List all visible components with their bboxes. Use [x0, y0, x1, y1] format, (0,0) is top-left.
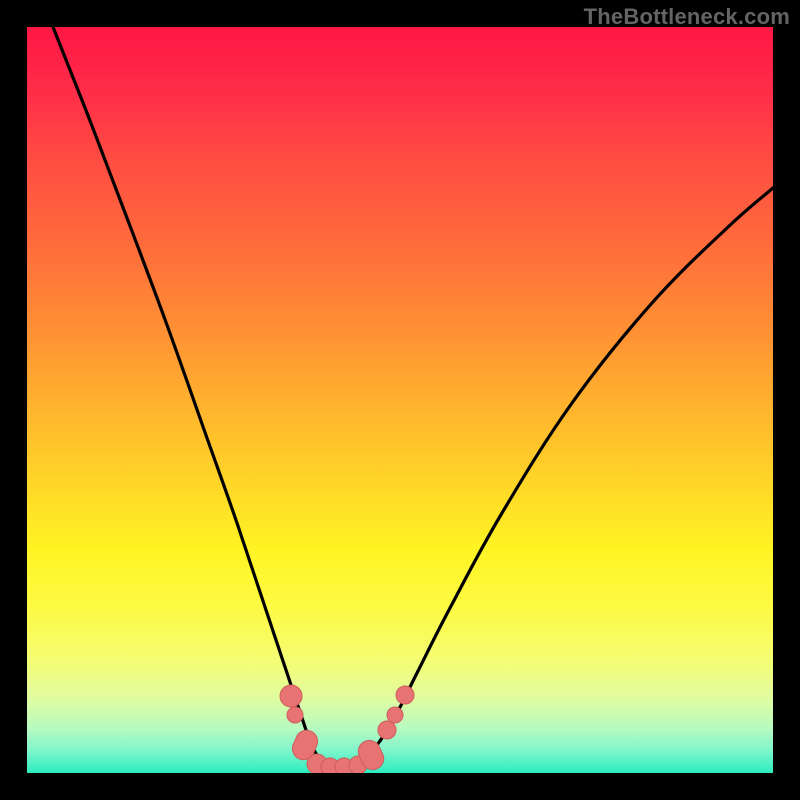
data-marker — [287, 707, 303, 723]
left-curve — [53, 27, 340, 767]
watermark-text: TheBottleneck.com — [584, 4, 790, 30]
data-marker — [396, 686, 414, 704]
data-marker — [387, 707, 403, 723]
right-curve — [340, 188, 773, 767]
data-marker — [378, 721, 396, 739]
gradient-plot-area — [27, 27, 773, 773]
data-marker — [280, 685, 302, 707]
chart-svg — [27, 27, 773, 773]
data-markers — [280, 685, 414, 773]
